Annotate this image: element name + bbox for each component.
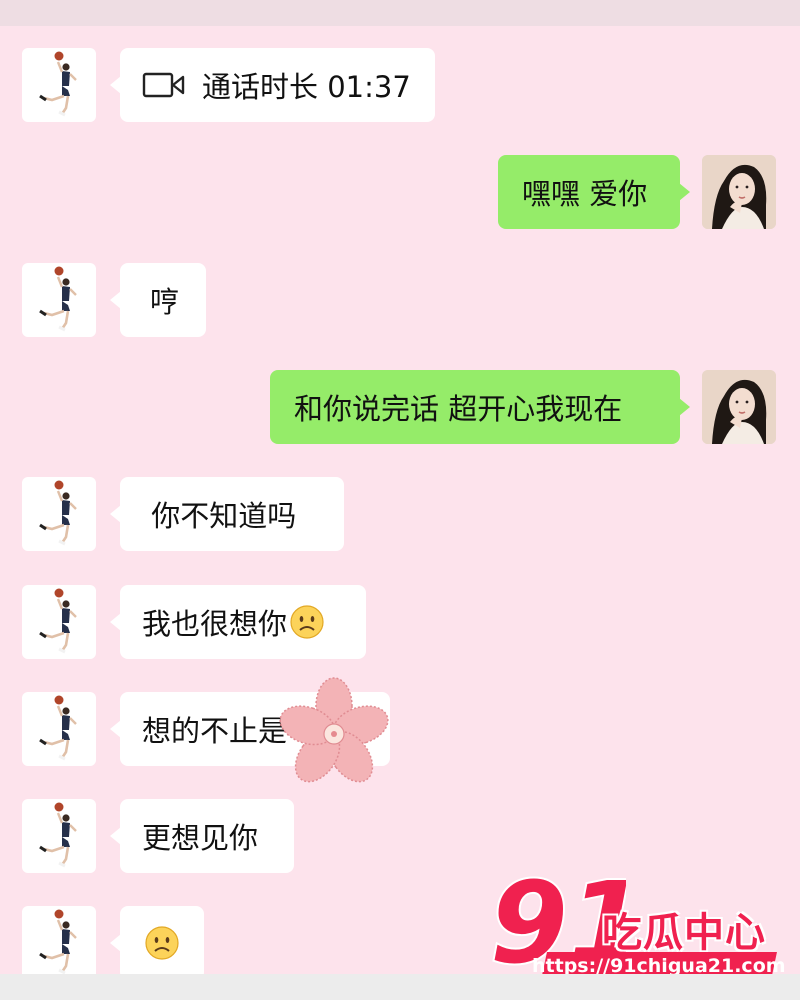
- message-text: 更想见你: [142, 821, 259, 855]
- bottom-bar: [0, 974, 800, 1000]
- message-text: 嘿嘿 爱你: [522, 177, 648, 211]
- contact-avatar[interactable]: [22, 48, 96, 122]
- contact-avatar[interactable]: [22, 906, 96, 980]
- sad-face-emoji-icon: [144, 925, 180, 961]
- message-bubble-received[interactable]: 我也很想你: [110, 585, 366, 659]
- message-bubble-sent[interactable]: 嘿嘿 爱你: [498, 155, 690, 229]
- my-avatar[interactable]: [702, 155, 776, 229]
- message-text: 和你说完话 超开心我现在: [294, 392, 623, 426]
- message-bubble-received[interactable]: 通话时长 01:37: [110, 48, 435, 122]
- message-text: 通话时长 01:37: [202, 70, 411, 104]
- watermark-name: 吃瓜中心: [602, 910, 766, 956]
- contact-avatar[interactable]: [22, 263, 96, 337]
- message-bubble-sent[interactable]: 和你说完话 超开心我现在: [270, 370, 690, 444]
- contact-avatar[interactable]: [22, 692, 96, 766]
- contact-avatar[interactable]: [22, 477, 96, 551]
- sad-face-emoji-icon: [289, 604, 325, 640]
- contact-avatar[interactable]: [22, 799, 96, 873]
- message-bubble-received[interactable]: 哼: [110, 263, 206, 337]
- message-text: 我也很想你: [142, 607, 288, 641]
- video-call-icon: [142, 72, 185, 98]
- message-text: 你不知道吗: [142, 499, 297, 533]
- message-text: 哼: [150, 285, 180, 319]
- flower-sticker-icon: [279, 677, 389, 783]
- message-text: 想的不止是: [142, 714, 288, 748]
- message-bubble-received[interactable]: 你不知道吗: [110, 477, 344, 551]
- status-bar: [0, 0, 800, 26]
- contact-avatar[interactable]: [22, 585, 96, 659]
- message-bubble-received[interactable]: [110, 906, 204, 980]
- my-avatar[interactable]: [702, 370, 776, 444]
- message-bubble-received[interactable]: 更想见你: [110, 799, 294, 873]
